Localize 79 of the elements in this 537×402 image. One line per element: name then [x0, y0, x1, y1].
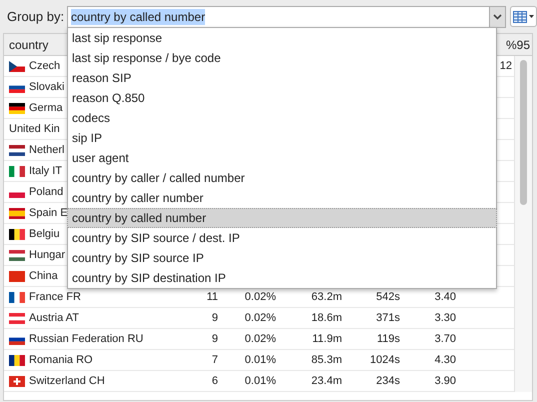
flag-icon [9, 292, 25, 302]
country-cell-text: Spain E [29, 206, 68, 221]
dropdown-option[interactable]: user agent [68, 148, 496, 168]
table-cell-text: 0.01% [244, 374, 276, 389]
dropdown-option[interactable]: last sip response [68, 28, 496, 48]
table-cell-text: 85.3m [311, 352, 342, 368]
flag-icon [9, 354, 25, 366]
table-cell-text: 18.6m [311, 310, 342, 326]
flag-icon [9, 102, 25, 114]
country-cell-text: Russian Federation RU [29, 332, 144, 347]
dropdown-option[interactable]: reason SIP [68, 68, 496, 88]
columns-icon [513, 10, 527, 22]
table-cell-text: 0.02% [244, 332, 276, 347]
scrollbar-thumb[interactable] [520, 60, 527, 205]
country-cell-text: United Kin [9, 122, 60, 137]
dropdown-option[interactable]: sip IP [68, 128, 496, 148]
country-cell-text: Hungar [29, 248, 66, 263]
table-cell-text: 11.9m [312, 332, 342, 347]
dropdown-option[interactable]: country by SIP destination IP [68, 268, 496, 288]
table-cell-text: 371s [376, 310, 400, 326]
table-cell-text: 9 [212, 332, 218, 347]
scrollbar[interactable] [514, 56, 532, 392]
table-cell-text: 4.30 [434, 352, 456, 368]
dropdown-option[interactable]: country by caller / called number [68, 168, 496, 188]
table-cell-text: 0.01% [244, 352, 276, 368]
columns-button[interactable] [510, 6, 537, 27]
dropdown-option[interactable]: last sip response / bye code [68, 48, 496, 68]
country-cell-text: Netherl [29, 142, 64, 158]
flag-icon [9, 250, 25, 260]
flag-icon [9, 208, 25, 218]
country-cell-text: Italy IT [29, 164, 62, 179]
flag-icon [9, 312, 25, 324]
table-cell-text: 12 [500, 58, 512, 74]
table-cell-text: 0.02% [244, 310, 276, 326]
table-cell-text: 9 [212, 310, 218, 326]
country-cell-text: Austria AT [29, 310, 79, 326]
table-cell-text: 3.90 [434, 374, 456, 389]
table-cell-text: 234s [376, 374, 400, 389]
country-cell-text: Slovaki [29, 80, 64, 95]
table-cell-text: 7 [212, 352, 218, 368]
dropdown-option[interactable]: reason Q.850 [68, 88, 496, 108]
table-cell-text: 11 [206, 290, 218, 305]
table-cell-text: 1024s [370, 352, 400, 368]
flag-icon [9, 166, 25, 176]
table-cell-text: 23.4m [311, 374, 342, 389]
table-cell-text: 119s [376, 332, 400, 347]
flag-icon [9, 228, 25, 240]
table-cell-text: 3.30 [434, 310, 456, 326]
country-cell-text: Belgiu [29, 226, 60, 242]
dropdown-option[interactable]: country by caller number [68, 188, 496, 208]
country-cell-text: Romania RO [29, 352, 93, 368]
country-cell-text: Poland [29, 184, 64, 200]
dropdown-option[interactable]: country by SIP source IP [68, 248, 496, 268]
table-cell-text: 3.40 [434, 290, 456, 305]
caret-icon [529, 15, 534, 18]
country-cell-text: Germa [29, 100, 63, 116]
country-cell-text: Czech [29, 58, 60, 74]
combo-value: country by called number [71, 8, 206, 24]
dropdown-button[interactable] [489, 6, 505, 26]
chevron-icon [493, 14, 502, 20]
table-cell-text: 3.70 [434, 332, 456, 347]
flag-icon [9, 270, 25, 282]
table-cell-text: 6 [212, 374, 218, 389]
country-cell-text: Switzerland CH [29, 374, 105, 389]
country-cell-text: China [29, 268, 58, 284]
dropdown-option[interactable]: codecs [68, 108, 496, 128]
flag-icon [9, 144, 25, 156]
flag-icon [9, 376, 25, 386]
table-cell-text: 63.2m [311, 290, 342, 305]
table-cell-text: 542s [376, 290, 400, 305]
country-cell-text: France FR [29, 290, 81, 305]
group-by-label: Group by: [7, 8, 63, 26]
column-header[interactable]: country [9, 36, 48, 54]
table-cell-text: 0.02% [244, 290, 276, 305]
column-header[interactable]: %95 [506, 36, 530, 54]
dropdown-option[interactable]: country by SIP source / dest. IP [68, 228, 496, 248]
group-by-combo[interactable]: country by called number [67, 6, 506, 28]
dropdown-option[interactable]: country by called number [67, 208, 497, 228]
flag-icon [9, 60, 25, 72]
